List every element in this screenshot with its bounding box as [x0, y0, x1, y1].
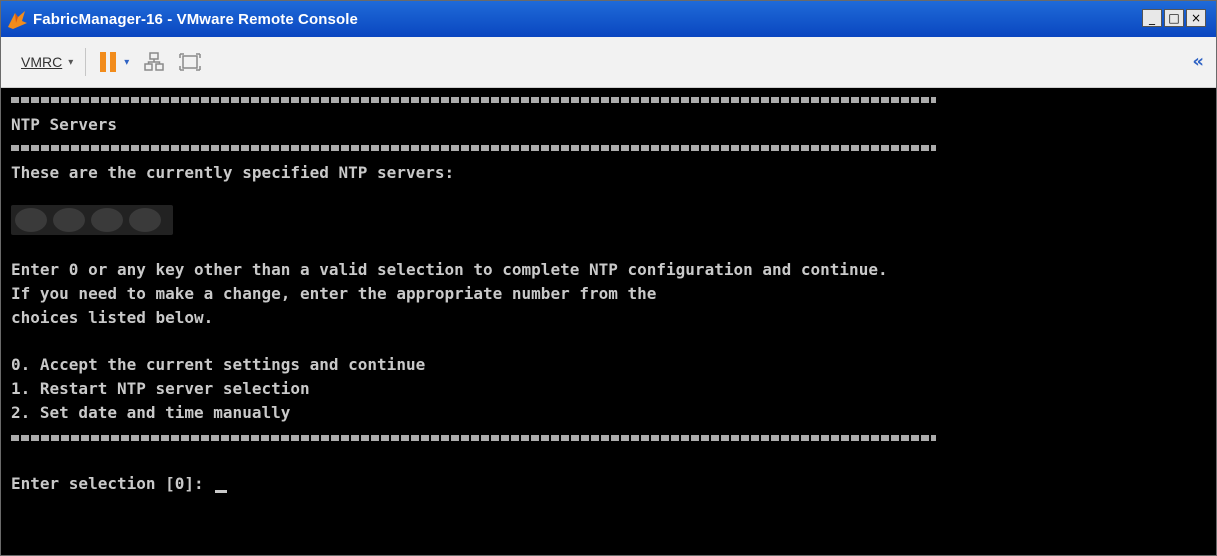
toolbar: VMRC ▾ ▾ « — [1, 37, 1216, 88]
instruction-line: Enter 0 or any key other than a valid se… — [11, 260, 888, 279]
vmrc-menu-label: VMRC — [21, 54, 63, 70]
pause-icon[interactable] — [100, 52, 117, 72]
power-dropdown-icon[interactable]: ▾ — [124, 57, 129, 68]
vmrc-window: FabricManager-16 - VMware Remote Console… — [0, 0, 1217, 556]
selection-prompt[interactable]: Enter selection [0]: — [11, 474, 228, 494]
menu-option-0: 0. Accept the current settings and conti… — [11, 355, 426, 374]
chevron-down-icon: ▾ — [68, 56, 74, 68]
fullscreen-icon[interactable] — [179, 51, 202, 73]
prompt-text: Enter selection [0]: — [11, 474, 214, 493]
redacted-ntp-server — [11, 205, 173, 235]
window-title: FabricManager-16 - VMware Remote Console — [33, 10, 358, 28]
close-button[interactable]: × — [1186, 9, 1206, 27]
title-bar[interactable]: FabricManager-16 - VMware Remote Console… — [1, 1, 1216, 37]
maximize-button[interactable]: □ — [1164, 9, 1184, 27]
minimize-button[interactable]: _ — [1142, 9, 1162, 27]
instruction-line: If you need to make a change, enter the … — [11, 284, 657, 303]
rule-line — [11, 435, 936, 441]
instruction-line: choices listed below. — [11, 308, 214, 327]
console-screen[interactable]: NTP Servers These are the currently spec… — [1, 88, 1216, 555]
current-servers-label: These are the currently specified NTP se… — [11, 163, 455, 182]
text-cursor — [215, 490, 228, 493]
toolbar-divider — [85, 48, 87, 76]
vmrc-menu-button[interactable]: VMRC ▾ — [21, 54, 73, 70]
network-devices-icon[interactable] — [143, 51, 165, 73]
collapse-sidebar-icon[interactable]: « — [1192, 51, 1204, 72]
rule-line — [11, 97, 936, 103]
section-heading: NTP Servers — [11, 115, 117, 134]
window-controls: _ □ × — [1142, 9, 1206, 27]
menu-option-1: 1. Restart NTP server selection — [11, 379, 310, 398]
menu-option-2: 2. Set date and time manually — [11, 403, 291, 422]
rule-line — [11, 145, 936, 151]
vmware-app-icon — [8, 11, 27, 29]
